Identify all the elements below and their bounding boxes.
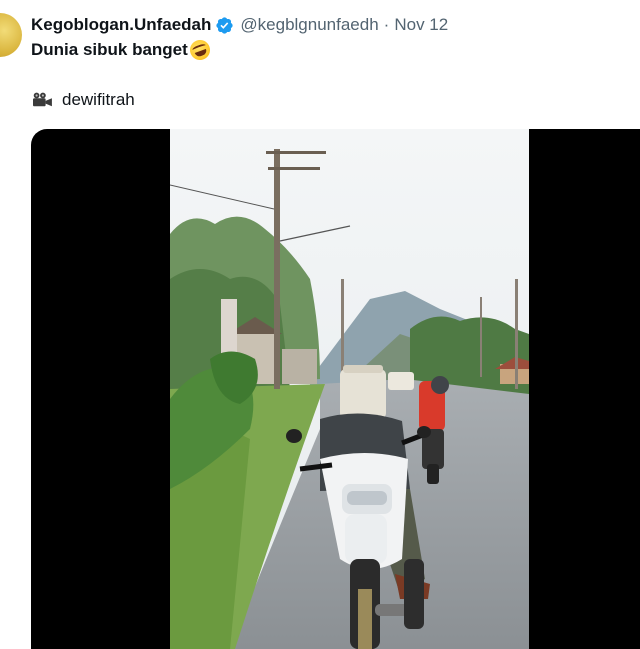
credit-name: dewifitrah bbox=[62, 90, 135, 109]
tweet-text-content: Dunia sibuk banget bbox=[31, 40, 188, 59]
tweet-text: Dunia sibuk banget bbox=[31, 37, 213, 63]
movie-camera-icon bbox=[33, 92, 52, 107]
display-name[interactable]: Kegoblogan.Unfaedah bbox=[31, 15, 211, 35]
video-frame[interactable] bbox=[170, 129, 529, 649]
media-credit[interactable]: dewifitrah bbox=[31, 90, 135, 110]
tweet-header: Kegoblogan.Unfaedah @kegblgnunfaedh · No… bbox=[31, 14, 448, 36]
timestamp[interactable]: Nov 12 bbox=[394, 15, 448, 35]
video-player[interactable] bbox=[31, 129, 640, 649]
handle[interactable]: @kegblgnunfaedh bbox=[240, 15, 378, 35]
separator-dot: · bbox=[383, 15, 390, 34]
avatar[interactable] bbox=[0, 13, 22, 57]
rolling-on-floor-laughing-emoji bbox=[186, 37, 213, 63]
video-scene-image bbox=[170, 129, 529, 649]
verified-badge-icon bbox=[216, 16, 234, 34]
